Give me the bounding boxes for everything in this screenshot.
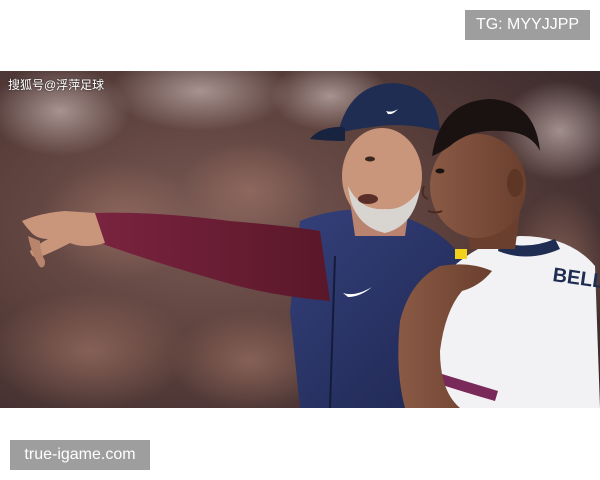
telegram-watermark: TG: MYYJJPP [465, 10, 590, 40]
news-photo: BELL [0, 71, 600, 408]
source-label: 搜狐号@浮萍足球 [8, 78, 105, 92]
site-watermark: true-igame.com [10, 440, 150, 470]
